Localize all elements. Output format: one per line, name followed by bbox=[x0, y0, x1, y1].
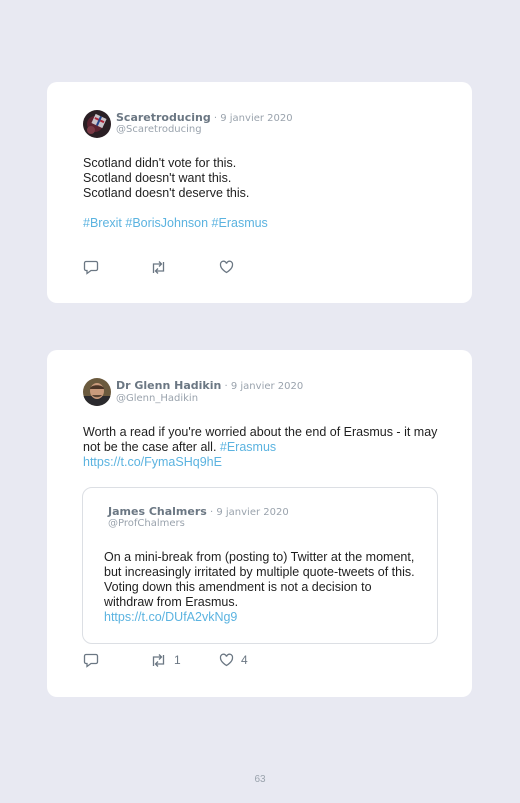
quote-body: On a mini-break from (posting to) Twitte… bbox=[104, 550, 415, 609]
author-handle[interactable]: @Glenn_Hadikin bbox=[116, 393, 198, 404]
reply-icon bbox=[83, 653, 99, 668]
tweet-date: · 9 janvier 2020 bbox=[210, 113, 293, 124]
retweet-count: 1 bbox=[174, 653, 181, 667]
like-button[interactable]: 4 bbox=[219, 652, 248, 668]
tweet-date: · 9 janvier 2020 bbox=[221, 381, 304, 392]
tweet-card: Scaretroducing · 9 janvier 2020 @Scaretr… bbox=[47, 82, 472, 303]
reply-icon bbox=[83, 260, 99, 275]
author-name-text: Scaretroducing bbox=[116, 111, 211, 124]
retweet-button[interactable] bbox=[150, 259, 174, 275]
tweet-actions: 1 4 bbox=[83, 652, 403, 668]
reply-button[interactable] bbox=[83, 652, 99, 668]
tweet-card: Dr Glenn Hadikin · 9 janvier 2020 @Glenn… bbox=[47, 350, 472, 697]
tweet-text: Worth a read if you're worried about the… bbox=[83, 425, 439, 470]
tweet-text: Scotland didn't vote for this. Scotland … bbox=[83, 156, 250, 200]
like-icon bbox=[219, 653, 234, 667]
author-name[interactable]: Dr Glenn Hadikin · 9 janvier 2020 bbox=[116, 379, 303, 392]
tweet-link[interactable]: https://t.co/FymaSHq9hE bbox=[83, 455, 222, 469]
retweet-button[interactable]: 1 bbox=[150, 652, 181, 668]
tweet-hashtag[interactable]: #Erasmus bbox=[220, 440, 276, 454]
retweet-icon bbox=[150, 260, 167, 275]
like-icon bbox=[219, 260, 234, 274]
retweet-icon bbox=[150, 653, 167, 668]
quote-author-name[interactable]: James Chalmers · 9 janvier 2020 bbox=[108, 505, 289, 518]
avatar[interactable] bbox=[83, 110, 111, 138]
author-name[interactable]: Scaretroducing · 9 janvier 2020 bbox=[116, 111, 293, 124]
quote-author-text: James Chalmers bbox=[108, 505, 207, 518]
quoted-tweet[interactable]: James Chalmers · 9 janvier 2020 @ProfCha… bbox=[82, 487, 438, 644]
quote-date: · 9 janvier 2020 bbox=[206, 507, 289, 518]
author-name-text: Dr Glenn Hadikin bbox=[116, 379, 222, 392]
tweet-hashtags[interactable]: #Brexit #BorisJohnson #Erasmus bbox=[83, 216, 443, 231]
like-button[interactable] bbox=[219, 259, 241, 275]
avatar[interactable] bbox=[83, 378, 111, 406]
tweet-actions bbox=[83, 259, 403, 275]
reply-button[interactable] bbox=[83, 259, 99, 275]
quote-link[interactable]: https://t.co/DUfA2vkNg9 bbox=[104, 610, 237, 624]
quote-text: On a mini-break from (posting to) Twitte… bbox=[104, 550, 422, 625]
author-handle[interactable]: @Scaretroducing bbox=[116, 124, 202, 135]
quote-author-handle[interactable]: @ProfChalmers bbox=[108, 518, 185, 529]
page-number: 63 bbox=[254, 774, 266, 785]
like-count: 4 bbox=[241, 653, 248, 667]
